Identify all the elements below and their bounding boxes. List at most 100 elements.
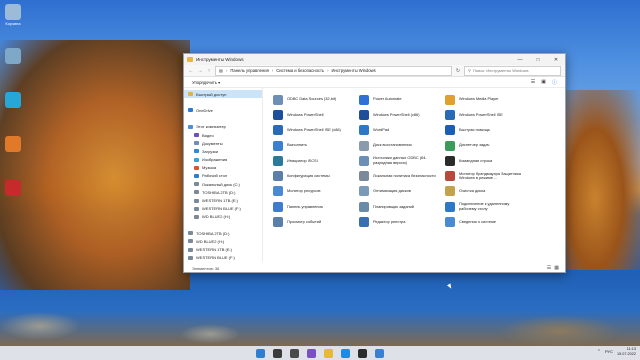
search-icon: ⚲ — [468, 68, 471, 73]
taskbar-app-icon[interactable] — [273, 348, 282, 358]
tool-item[interactable]: Монитор ресурсов — [273, 184, 359, 199]
tool-icon — [445, 201, 455, 212]
taskbar-app-icon[interactable] — [307, 348, 316, 358]
drive-icon — [194, 214, 199, 219]
sidebar-item[interactable]: WD BLUE2 (H:) — [184, 213, 262, 221]
tool-item[interactable]: Диспетчер задач — [445, 138, 531, 153]
breadcrumb-item[interactable]: Система и безопасность — [276, 68, 324, 73]
window-titlebar[interactable]: Инструменты Windows — □ ✕ — [184, 54, 565, 65]
desktop-icon[interactable] — [2, 136, 24, 176]
tool-item[interactable]: Сведения о системе — [445, 214, 531, 229]
tool-item[interactable]: Командная строка — [445, 153, 531, 168]
tool-item-label: Сведения о системе — [459, 218, 496, 224]
taskbar-app-icon[interactable] — [375, 348, 384, 358]
breadcrumb-item[interactable]: Панель управления — [230, 68, 268, 73]
sidebar-item[interactable]: Музыка — [184, 164, 262, 172]
sidebar-item[interactable]: Этот компьютер — [184, 123, 262, 131]
tool-item[interactable]: Конфигурация системы — [273, 168, 359, 183]
desktop-icon[interactable]: Корзина — [2, 4, 24, 44]
taskbar-app-icon[interactable] — [290, 348, 299, 358]
sidebar-item[interactable]: TOSHIBA 2TB (D:) — [184, 229, 262, 237]
details-view-icon[interactable]: ☰ — [547, 265, 551, 271]
taskbar-app-icon[interactable] — [324, 348, 333, 358]
sidebar-item[interactable] — [184, 221, 262, 229]
tool-item[interactable]: Очистка диска — [445, 184, 531, 199]
chevron-up-icon[interactable]: ⌃ — [597, 349, 601, 355]
sidebar-item[interactable]: Изображения — [184, 156, 262, 164]
refresh-icon[interactable]: ↻ — [455, 68, 461, 74]
sidebar-item[interactable]: WESTERN 1TB (E:) — [184, 196, 262, 204]
system-tray: ⌃ РУС 11:13 15.07.2022 — [597, 347, 636, 356]
tool-item[interactable]: Инициатор iSCSI — [273, 153, 359, 168]
tool-item[interactable]: Выполнить — [273, 138, 359, 153]
sidebar-item[interactable] — [184, 115, 262, 123]
tool-item[interactable]: Редактор реестра — [359, 214, 445, 229]
tool-item[interactable]: Windows Media Player — [445, 92, 531, 107]
sidebar-item-label: WESTERN BLUE (F:) — [202, 206, 241, 212]
sidebar-item-label: WESTERN BLUE (F:) — [196, 255, 235, 261]
tool-item[interactable]: Windows PowerShell (x86) — [359, 107, 445, 122]
breadcrumb[interactable]: ▤ › Панель управления › Система и безопа… — [215, 65, 452, 76]
sidebar-item[interactable]: TOSHIBA 2TB (D:) — [184, 188, 262, 196]
tool-item[interactable]: Быстрая помощь — [445, 123, 531, 138]
help-icon[interactable]: ⓘ — [552, 79, 557, 86]
sidebar-item[interactable]: WD BLUE2 (H:) — [184, 237, 262, 245]
minimize-button[interactable]: — — [511, 54, 529, 65]
sidebar-item-label: Локальный диск (C:) — [202, 181, 240, 187]
tool-item[interactable]: Windows PowerShell ISE — [445, 107, 531, 122]
sidebar-item[interactable]: Быстрый доступ — [184, 90, 262, 99]
tool-item[interactable]: Монитор брандмауэра Защитника Windows в … — [445, 168, 531, 183]
tool-item[interactable]: Просмотр событий — [273, 214, 359, 229]
tool-item[interactable]: WordPad — [359, 123, 445, 138]
desktop-icon[interactable] — [2, 180, 24, 220]
sidebar-item-label: Видео — [202, 132, 214, 138]
up-arrow-icon[interactable]: ↑ — [206, 68, 212, 74]
tool-item[interactable]: Windows PowerShell — [273, 107, 359, 122]
desktop-icon[interactable] — [2, 92, 24, 132]
sidebar-item-label: TOSHIBA 2TB (D:) — [202, 189, 236, 195]
sidebar-item[interactable] — [184, 98, 262, 106]
sidebar-item[interactable]: WESTERN 1TB (E:) — [184, 246, 262, 254]
tool-icon — [273, 109, 283, 120]
tool-item[interactable]: Локальная политика безопасности — [359, 168, 445, 183]
tool-item-label: Локальная политика безопасности — [373, 172, 436, 178]
breadcrumb-item[interactable]: Инструменты Windows — [332, 68, 376, 73]
sidebar-item[interactable]: WESTERN BLUE (F:) — [184, 254, 262, 262]
tool-item[interactable]: Power Automate — [359, 92, 445, 107]
tool-item[interactable]: Источники данных ODBC (64-разрядная верс… — [359, 153, 445, 168]
sidebar-item[interactable]: Видео — [184, 131, 262, 139]
tool-item[interactable]: Оптимизация дисков — [359, 184, 445, 199]
desktop-icon[interactable] — [2, 48, 24, 88]
preview-pane-icon[interactable]: ▣ — [541, 79, 546, 86]
sidebar-item[interactable]: Документы — [184, 139, 262, 147]
tool-item[interactable]: Панель управления — [273, 199, 359, 214]
tiles-view-icon[interactable]: ▦ — [554, 265, 559, 271]
tool-icon — [359, 155, 369, 166]
search-input[interactable]: ⚲ Поиск: Инструменты Windows — [464, 65, 561, 76]
close-button[interactable]: ✕ — [547, 54, 565, 65]
forward-arrow-icon[interactable]: → — [197, 68, 203, 74]
drive-icon — [194, 165, 199, 170]
back-arrow-icon[interactable]: ← — [188, 68, 194, 74]
clock[interactable]: 11:13 15.07.2022 — [617, 347, 636, 356]
tool-item-label: Очистка диска — [459, 188, 486, 194]
sidebar-item[interactable]: Рабочий стол — [184, 172, 262, 180]
language-indicator[interactable]: РУС — [605, 349, 613, 354]
tool-item[interactable]: Диск восстановления — [359, 138, 445, 153]
sidebar-item[interactable]: Загрузки — [184, 147, 262, 155]
tool-item-label: Windows PowerShell (x86) — [373, 111, 420, 117]
tool-item[interactable]: Подключение к удаленному рабочему столу — [445, 199, 531, 214]
sidebar-item[interactable]: Локальный диск (C:) — [184, 180, 262, 188]
view-options-icon[interactable]: ☰ — [531, 79, 535, 86]
sidebar-item[interactable]: WESTERN BLUE (F:) — [184, 205, 262, 213]
tool-item[interactable]: Windows PowerShell ISE (x86) — [273, 123, 359, 138]
taskbar-app-icon[interactable] — [341, 348, 350, 358]
tool-item[interactable]: Планировщик заданий — [359, 199, 445, 214]
sidebar-item[interactable]: OneDrive — [184, 106, 262, 114]
tool-item[interactable]: ODBC Data Sources (32-bit) — [273, 92, 359, 107]
maximize-button[interactable]: □ — [529, 54, 547, 65]
taskbar: ⌃ РУС 11:13 15.07.2022 — [0, 346, 640, 360]
start-button-icon[interactable] — [256, 348, 265, 358]
taskbar-app-icon[interactable] — [358, 348, 367, 358]
sort-button[interactable]: Упорядочить ▾ — [192, 80, 220, 85]
